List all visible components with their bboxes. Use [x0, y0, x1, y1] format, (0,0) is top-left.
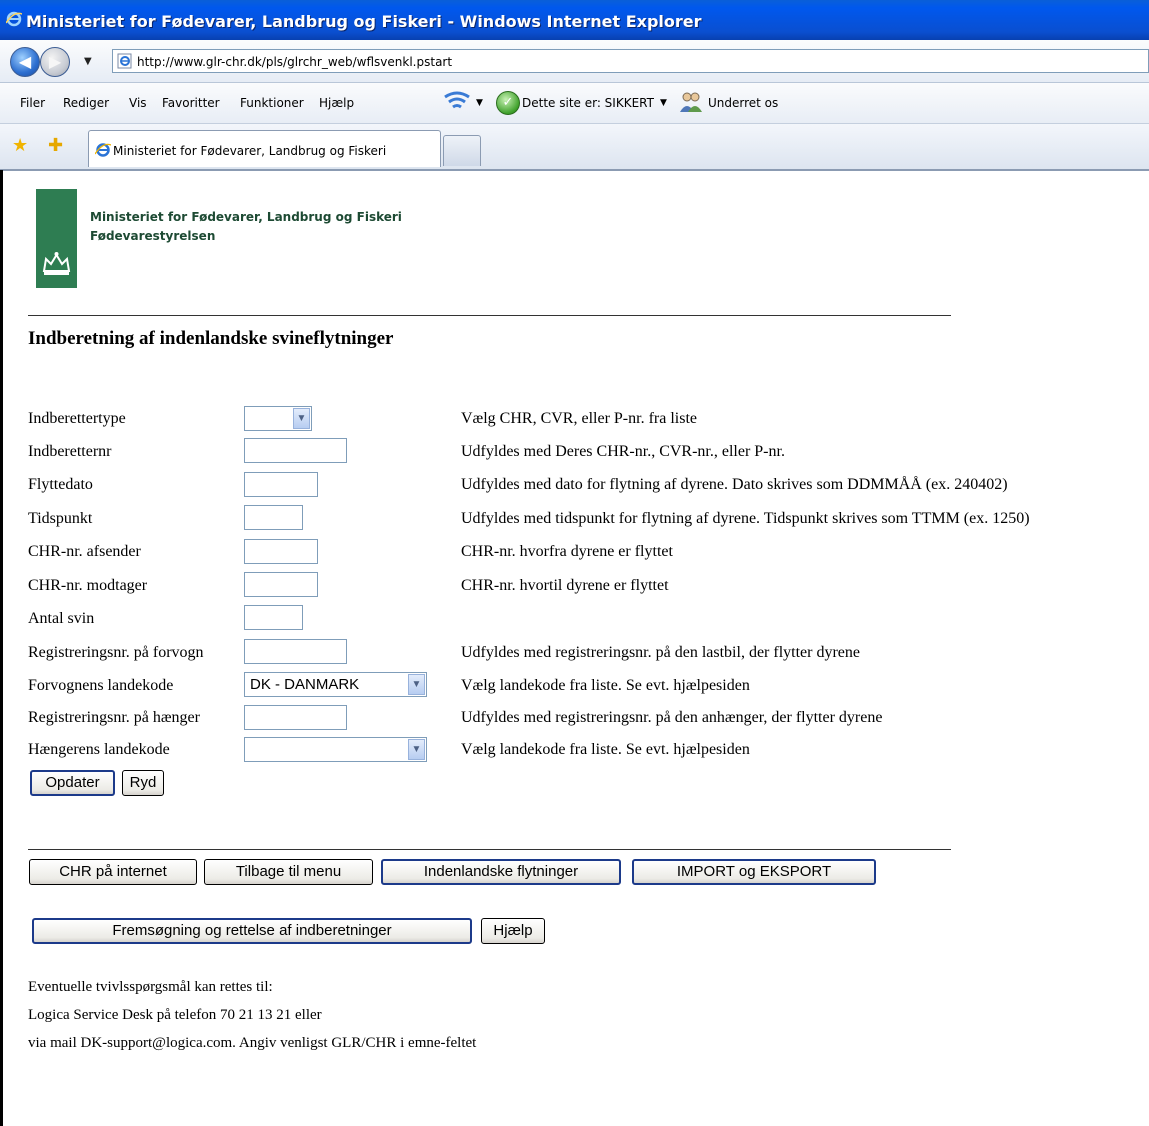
antal-svin-input[interactable] [244, 605, 303, 630]
crown-icon [42, 252, 71, 275]
hint-flyttedato: Udfyldes med dato for flytning af dyrene… [461, 476, 1008, 493]
add-favorites-icon[interactable]: ✚ [48, 135, 63, 156]
menu-rediger[interactable]: Rediger [63, 96, 109, 110]
window-left-border [0, 170, 3, 1126]
hint-chr-modtager: CHR-nr. hvortil dyrene er flyttet [461, 577, 669, 594]
label-forvogn-landekode: Forvognens landekode [28, 677, 174, 694]
window-title: Ministeriet for Fødevarer, Landbrug og F… [26, 12, 702, 31]
history-dropdown-icon[interactable]: ▼ [84, 56, 92, 67]
update-button[interactable]: Opdater [30, 770, 115, 796]
tab-ie-icon [95, 143, 111, 157]
back-arrow-icon: ◀ [18, 52, 32, 71]
label-chr-modtager: CHR-nr. modtager [28, 577, 148, 594]
feeds-icon[interactable] [442, 91, 472, 113]
label-chr-afsender: CHR-nr. afsender [28, 543, 141, 560]
address-bar: ◀ ▶ ▼ http://www.glr-chr.dk/pls/glrchr_w… [0, 40, 1149, 83]
hint-reg-haenger: Udfyldes med registreringsnr. på den anh… [461, 709, 883, 726]
clear-button[interactable]: Ryd [122, 770, 164, 796]
help-button[interactable]: Hjælp [481, 918, 545, 944]
tab-ministeriet[interactable]: Ministeriet for Fødevarer, Landbrug og F… [88, 130, 441, 167]
label-flyttedato: Flyttedato [28, 476, 93, 493]
chevron-down-icon: ▼ [408, 739, 425, 760]
forvogn-landekode-select[interactable]: DK - DANMARK ▼ [244, 672, 427, 697]
hint-indberetternr: Udfyldes med Deres CHR-nr., CVR-nr., ell… [461, 443, 785, 460]
ministry-logo [36, 189, 77, 288]
label-haenger-landekode: Hængerens landekode [28, 741, 170, 758]
url-text: http://www.glr-chr.dk/pls/glrchr_web/wfl… [137, 55, 453, 69]
flyttedato-input[interactable] [244, 472, 318, 497]
label-indberettertype: Indberettertype [28, 410, 126, 427]
url-input[interactable]: http://www.glr-chr.dk/pls/glrchr_web/wfl… [112, 49, 1149, 73]
divider-bottom [28, 849, 951, 850]
contact-line-1: Eventuelle tvivlsspørgsmål kan rettes ti… [28, 979, 273, 995]
import-export-button[interactable]: IMPORT og EKSPORT [632, 859, 876, 885]
tidspunkt-input[interactable] [244, 505, 303, 530]
org-name: Ministeriet for Fødevarer, Landbrug og F… [90, 210, 402, 224]
label-indberetternr: Indberetternr [28, 443, 112, 460]
ie-logo-icon [6, 11, 22, 27]
divider-top [28, 315, 951, 316]
hint-indberettertype: Vælg CHR, CVR, eller P-nr. fra liste [461, 410, 697, 427]
window-titlebar: Ministeriet for Fødevarer, Landbrug og F… [0, 0, 1149, 40]
page-ie-icon [117, 53, 132, 69]
contact-line-3: via mail DK-support@logica.com. Angiv ve… [28, 1035, 477, 1051]
menu-funktioner[interactable]: Funktioner [240, 96, 304, 110]
hint-chr-afsender: CHR-nr. hvorfra dyrene er flyttet [461, 543, 673, 560]
hint-haenger-landekode: Vælg landekode fra liste. Se evt. hjælpe… [461, 741, 750, 758]
agency-name: Fødevarestyrelsen [90, 229, 216, 243]
chevron-down-icon: ▼ [293, 408, 310, 429]
reg-haenger-input[interactable] [244, 705, 347, 730]
menu-vis[interactable]: Vis [129, 96, 147, 110]
menu-filer[interactable]: Filer [20, 96, 45, 110]
back-to-menu-button[interactable]: Tilbage til menu [204, 859, 373, 885]
contact-line-2: Logica Service Desk på telefon 70 21 13 … [28, 1007, 322, 1023]
favorites-star-icon[interactable]: ★ [12, 135, 28, 156]
label-antal-svin: Antal svin [28, 610, 95, 627]
indberettertype-select[interactable]: ▼ [244, 406, 312, 431]
chr-modtager-input[interactable] [244, 572, 318, 597]
label-reg-forvogn: Registreringsnr. på forvogn [28, 644, 204, 661]
chevron-down-icon: ▼ [408, 674, 425, 695]
feeds-dropdown-icon[interactable]: ▼ [476, 98, 483, 108]
hint-forvogn-landekode: Vælg landekode fra liste. Se evt. hjælpe… [461, 677, 750, 694]
indberetternr-input[interactable] [244, 438, 347, 463]
hint-reg-forvogn: Udfyldes med registreringsnr. på den las… [461, 644, 860, 661]
hint-tidspunkt: Udfyldes med tidspunkt for flytning af d… [461, 510, 1030, 527]
tab-bar: ★ ✚ Ministeriet for Fødevarer, Landbrug … [0, 124, 1149, 171]
menu-hjaelp[interactable]: Hjælp [319, 96, 354, 110]
forvogn-landekode-value: DK - DANMARK [250, 676, 360, 693]
menu-favoritter[interactable]: Favoritter [162, 96, 220, 110]
forward-button[interactable]: ▶ [40, 47, 70, 77]
label-tidspunkt: Tidspunkt [28, 510, 93, 527]
haenger-landekode-select[interactable]: ▼ [244, 737, 427, 762]
search-correction-button[interactable]: Fremsøgning og rettelse af indberetninge… [32, 918, 472, 944]
chr-internet-button[interactable]: CHR på internet [29, 859, 197, 885]
new-tab-button[interactable] [443, 135, 481, 166]
notify-link[interactable]: Underret os [708, 96, 778, 110]
label-reg-haenger: Registreringsnr. på hænger [28, 709, 200, 726]
domestic-moves-button[interactable]: Indenlandske flytninger [381, 859, 621, 885]
site-status-text[interactable]: Dette site er: SIKKERT [522, 96, 654, 110]
forward-arrow-icon: ▶ [48, 52, 62, 71]
reg-forvogn-input[interactable] [244, 639, 347, 664]
people-icon [680, 92, 702, 112]
menu-bar: Filer Rediger Vis Favoritter Funktioner … [0, 83, 1149, 124]
tab-title: Ministeriet for Fødevarer, Landbrug og F… [113, 144, 387, 158]
back-button[interactable]: ◀ [10, 47, 40, 77]
site-safe-check-icon: ✓ [496, 91, 520, 115]
site-status-dropdown-icon[interactable]: ▼ [660, 98, 667, 108]
page-title: Indberetning af indenlandske svineflytni… [28, 328, 394, 349]
chr-afsender-input[interactable] [244, 539, 318, 564]
